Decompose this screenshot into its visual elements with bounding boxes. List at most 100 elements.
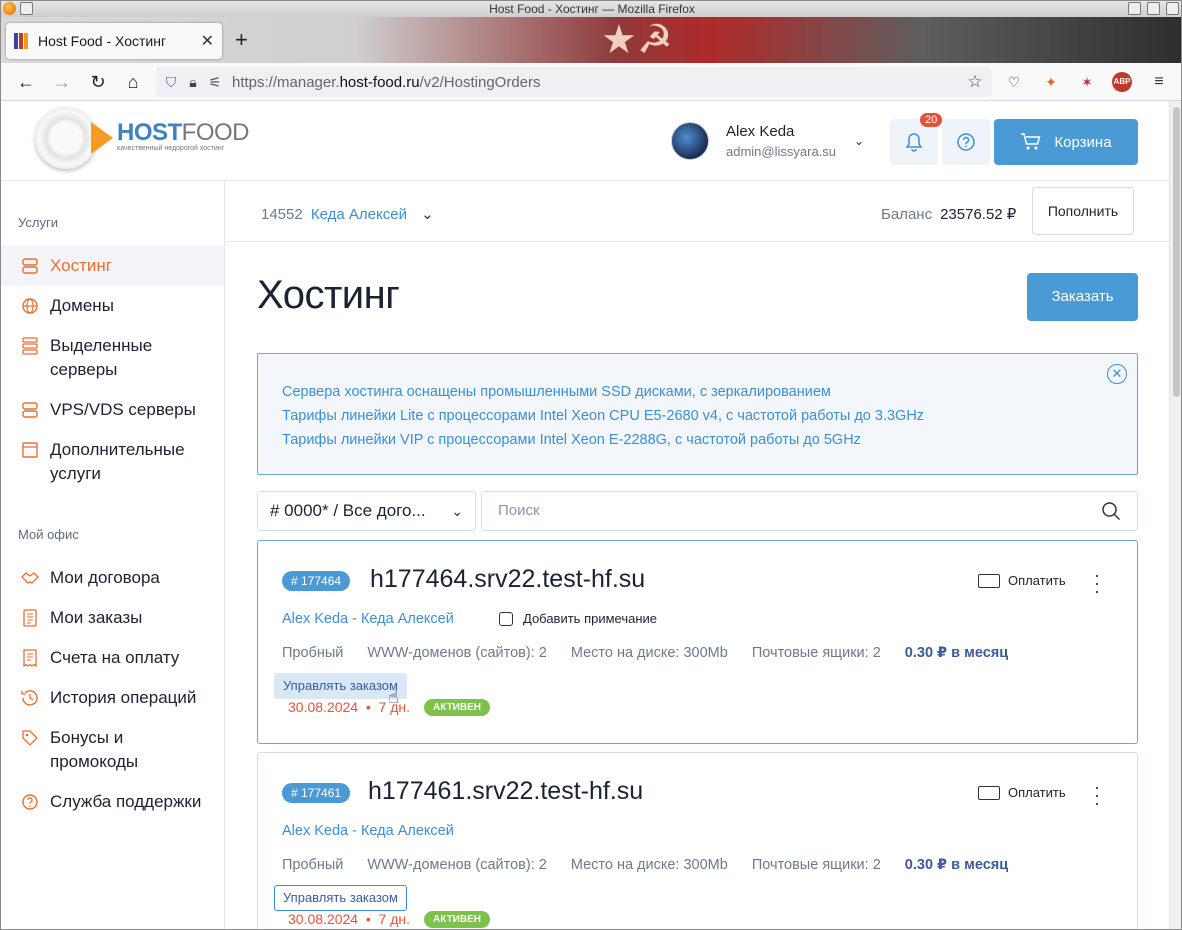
support-icon [22,794,38,810]
user-email: admin@lissyara.su [726,144,837,159]
sidebar-item-contracts[interactable]: Мои договора [1,566,224,590]
adblock-icon[interactable]: ABP [1112,72,1132,92]
spec-disk: Место на диске: 300Mb [570,857,728,873]
sidebar-item-support[interactable]: Служба поддержки [1,790,224,814]
order-owner-link[interactable]: Alex Keda - Кеда Алексей [282,823,454,839]
order-button[interactable]: Заказать [1027,273,1138,321]
pay-button[interactable]: Оплатить [978,785,1066,800]
sidebar-item-vps[interactable]: VPS/VDS серверы [1,398,224,422]
search-icon[interactable] [1101,501,1121,521]
account-selector[interactable]: 14552 Кеда Алексей ⌄ [261,205,434,223]
add-note-button[interactable]: Добавить примечание [499,611,657,626]
spec-domains: WWW-доменов (сайтов): 2 [367,645,547,661]
logo-plate-icon [35,107,97,169]
topup-button[interactable]: Пополнить [1032,187,1134,235]
spec-mailboxes: Почтовые ящики: 2 [751,645,881,661]
sidebar-item-label: Счета на оплату [50,648,180,667]
forward-icon[interactable]: → [50,70,74,94]
sidebar-section-office: Мой офис [18,527,79,542]
notice-line: Тарифы линейки Lite с процессорами Intel… [282,408,925,424]
minimize-icon[interactable] [1128,2,1141,15]
permissions-icon[interactable]: ⚟ [204,74,226,91]
close-window-icon[interactable] [1166,2,1179,15]
cart-icon [1021,133,1041,150]
menu-hamburger-icon[interactable]: ≡ [1149,72,1169,92]
sidebar-item-label: Выделенные серверы [50,336,153,379]
tab-host-food[interactable]: Host Food - Хостинг ✕ [6,23,222,59]
order-expiry-date: 30.08.2024 • 7 дн. [288,911,410,927]
back-icon[interactable]: ← [14,70,38,94]
account-name: Кеда Алексей [310,206,407,223]
sidebar-item-label: Домены [50,296,114,315]
page-content: HOSTFOOD качественный недорогой хостинг … [1,101,1169,929]
sidebar-item-additional[interactable]: Дополнительные услуги [1,438,224,486]
order-id-badge: # 177461 [282,783,351,803]
close-tab-icon[interactable]: ✕ [201,31,214,51]
window-title: Host Food - Хостинг — Mozilla Firefox [489,2,695,16]
search-input[interactable]: Поиск [481,491,1138,531]
pay-button[interactable]: Оплатить [978,573,1066,588]
new-tab-icon[interactable]: + [235,27,248,53]
logo-host-text: HOST [117,118,182,146]
sidebar-item-invoices[interactable]: Счета на оплату [1,646,224,670]
extension-puzzle-icon[interactable]: ✶ [1077,72,1097,92]
sidebar-item-dedicated[interactable]: Выделенные серверы [1,334,224,382]
more-vertical-icon[interactable]: · · · [1093,566,1101,600]
notice-line: Сервера хостинга оснащены промышленными … [282,384,831,400]
spec-mailboxes: Почтовые ящики: 2 [751,857,881,873]
url-bar[interactable]: ⛉ 🔒︎ ⚟ https://manager.host-food.ru/v2/H… [156,67,992,97]
lock-icon[interactable]: 🔒︎ [182,74,204,91]
info-notice: Сервера хостинга оснащены промышленными … [257,353,1138,475]
sidebar-item-hosting[interactable]: Хостинг [1,246,224,286]
maximize-icon[interactable] [1147,2,1160,15]
help-button[interactable] [942,119,990,165]
avatar [671,122,709,160]
bookmark-star-icon[interactable]: ☆ [964,72,986,92]
plan-name: Пробный [282,857,344,873]
sidebar-item-label: Мои заказы [50,608,143,627]
status-badge: АКТИВЕН [424,911,490,928]
logo-food-text: FOOD [181,118,250,146]
order-specs: Пробный WWW-доменов (сайтов): 2 Место на… [282,857,1008,873]
home-icon[interactable]: ⌂ [121,70,145,94]
order-owner-link[interactable]: Alex Keda - Кеда Алексей [282,611,454,627]
cart-button[interactable]: Корзина [994,119,1138,165]
notifications-button[interactable]: 20 [890,113,943,165]
hand-cursor-icon: ☝ [388,687,399,707]
tab-strip: ★☭ Host Food - Хостинг ✕ + [1,17,1181,63]
balance: Баланс 23576.52 ₽ [881,205,1016,223]
handshake-icon [21,572,39,584]
cart-label: Корзина [1054,133,1112,151]
manage-order-button[interactable]: Управлять заказом [274,885,407,911]
reload-icon[interactable]: ↻ [86,70,110,94]
sidebar-item-label: Служба поддержки [50,792,202,811]
contract-filter-select[interactable]: # 0000* / Все дого... ⌄ [257,491,476,531]
sidebar-item-bonuses[interactable]: Бонусы и промокоды [1,726,224,774]
nav-bar: ← → ↻ ⌂ ⛉ 🔒︎ ⚟ https://manager.host-food… [1,63,1181,101]
server-icon [22,402,38,418]
user-menu[interactable]: Alex Keda admin@lissyara.su ⌄ [671,122,864,160]
sidebar-item-label: История операций [50,688,197,707]
shield-icon[interactable]: ⛉ [160,74,182,91]
server-icon [22,258,38,274]
window-menu-icon[interactable] [20,2,33,15]
plan-name: Пробный [282,645,344,661]
globe-icon [22,298,38,314]
sidebar-item-label: Хостинг [50,256,112,275]
notification-count-badge: 20 [920,113,943,127]
extension-fox-icon[interactable]: ✦ [1041,72,1061,92]
sidebar-item-domains[interactable]: Домены [1,294,224,318]
sidebar-item-orders[interactable]: Мои заказы [1,606,224,630]
note-icon [499,611,513,626]
close-notice-icon[interactable]: ✕ [1107,364,1127,384]
hostfood-logo[interactable]: HOSTFOOD качественный недорогой хостинг [35,107,250,169]
more-vertical-icon[interactable]: · · · [1093,778,1101,812]
order-price: 0.30 ₽ в месяц [904,645,1009,661]
balance-label: Баланс [881,206,933,223]
page-scrollbar[interactable] [1169,101,1181,929]
sidebar: Услуги Хостинг Домены Выделенные серверы… [1,181,225,929]
pocket-icon[interactable]: ♡ [1004,72,1024,92]
sidebar-item-history[interactable]: История операций [1,686,224,710]
scrollbar-thumb[interactable] [1173,107,1180,397]
order-card: # 177464 h177464.srv22.test-hf.su Оплати… [257,540,1138,744]
